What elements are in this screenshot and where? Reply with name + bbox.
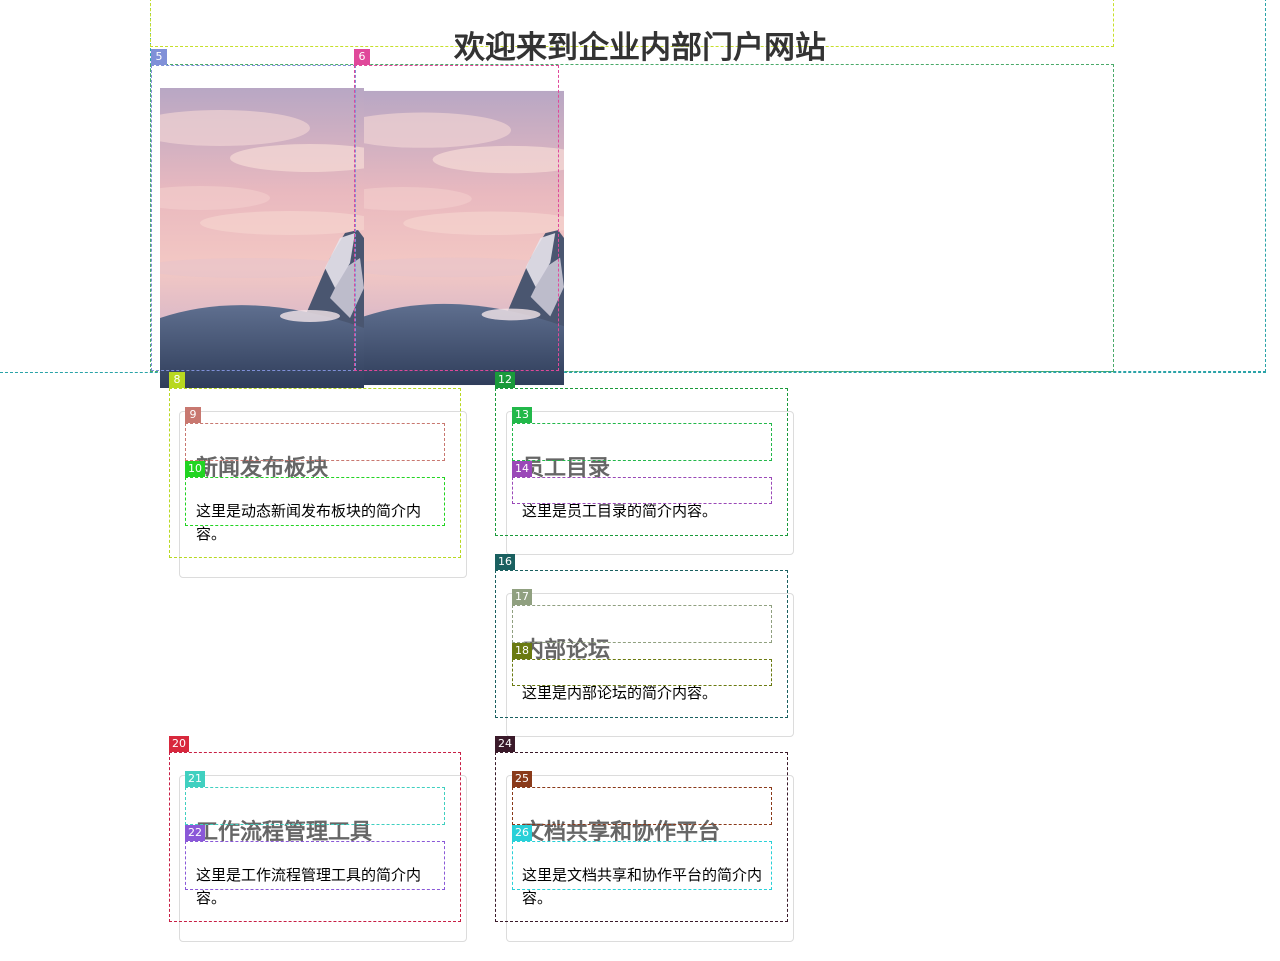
card-title: 新闻发布板块: [196, 456, 329, 481]
card-employee-directory[interactable]: [506, 411, 794, 555]
debug-tag: 16: [495, 554, 515, 570]
card-news[interactable]: [179, 411, 467, 578]
card-desc: 这里是文档共享和协作平台的简介内容。: [522, 866, 763, 907]
card-desc: 这里是内部论坛的简介内容。: [522, 684, 718, 702]
card-document-sharing[interactable]: [506, 775, 794, 942]
card-workflow-tools[interactable]: [179, 775, 467, 942]
debug-tag: 20: [169, 736, 189, 752]
card-desc: 这里是工作流程管理工具的简介内容。: [196, 866, 422, 907]
mountain-photo-icon: [160, 88, 364, 388]
banner-photo-2: [364, 88, 564, 388]
card-desc: 这里是动态新闻发布板块的简介内容。: [196, 502, 422, 543]
debug-tag: 24: [495, 736, 515, 752]
card-title: 文档共享和协作平台: [522, 820, 721, 845]
card-desc: 这里是员工目录的简介内容。: [522, 502, 718, 520]
mountain-photo-icon: [364, 90, 564, 386]
card-title: 内部论坛: [522, 638, 611, 663]
card-forum[interactable]: [506, 593, 794, 737]
page-root: 欢迎来到企业内部门户网站 5 6 新闻发布板块 这里是动态新闻发布板块的简介内容…: [0, 0, 1280, 961]
card-title: 工作流程管理工具: [196, 820, 373, 845]
banner-photo-1: [160, 88, 364, 388]
page-title: 欢迎来到企业内部门户网站: [454, 30, 826, 66]
card-title: 员工目录: [522, 456, 611, 481]
